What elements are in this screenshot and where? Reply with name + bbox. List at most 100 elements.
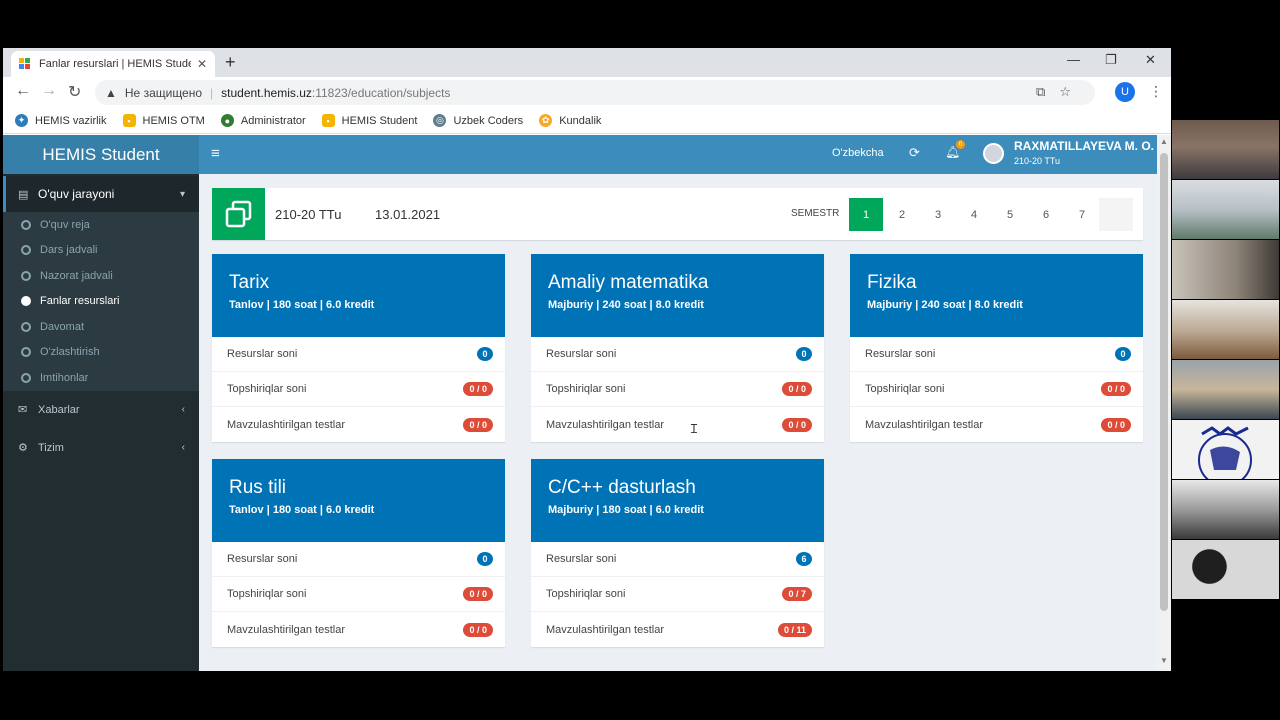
semester-tab-2[interactable]: 2 [885, 198, 919, 231]
tests-row[interactable]: Mavzulashtirilgan testlar 0 / 11 [531, 612, 824, 647]
video-tile-1[interactable] [1172, 120, 1279, 179]
bookmark-hemis-otm[interactable]: ▪ HEMIS OTM [122, 114, 205, 127]
forward-arrow-icon[interactable]: → [41, 82, 57, 100]
assignments-count-badge: 0 / 0 [463, 382, 493, 396]
scroll-up-icon[interactable]: ▲ [1160, 137, 1168, 146]
refresh-icon[interactable]: ⟳ [909, 145, 920, 161]
user-avatar[interactable] [983, 143, 1004, 164]
assignments-row[interactable]: Topshiriqlar soni 0 / 7 [531, 577, 824, 612]
sidebar-item-fanlar-resurslari[interactable]: Fanlar resurslari [3, 289, 199, 315]
video-tile-6[interactable] [1172, 420, 1279, 479]
assignments-row[interactable]: Topshiriqlar soni 0 / 0 [850, 372, 1143, 407]
subject-card-amaliy-matematika[interactable]: Amaliy matematika Majburiy | 240 soat | … [531, 254, 824, 442]
translate-icon[interactable]: ⧉ [1036, 84, 1059, 99]
subject-card-tarix[interactable]: Tarix Tanlov | 180 soat | 6.0 kredit Res… [212, 254, 505, 442]
browser-tab[interactable]: Fanlar resurslari | HEMIS Student ✕ [11, 51, 215, 77]
subject-meta: Majburiy | 180 soat | 6.0 kredit [548, 504, 704, 516]
sidebar-item-nazorat-jadvali[interactable]: Nazorat jadvali [3, 263, 199, 289]
resources-row[interactable]: Resurslar soni 0 [212, 542, 505, 577]
subject-name: C/C++ dasturlash [548, 477, 696, 498]
subject-card-header[interactable]: Rus tili Tanlov | 180 soat | 6.0 kredit [212, 459, 505, 542]
profile-avatar-button[interactable]: U [1115, 82, 1135, 102]
subject-card-header[interactable]: Tarix Tanlov | 180 soat | 6.0 kredit [212, 254, 505, 337]
maximize-button[interactable]: ❐ [1105, 52, 1117, 68]
sidebar-section-oquv-jarayoni[interactable]: ▤ O'quv jarayoni ▾ [3, 176, 199, 212]
semester-tab-spacer [1099, 198, 1133, 231]
close-tab-icon[interactable]: ✕ [197, 57, 207, 71]
book-icon: ▤ [18, 188, 29, 201]
tab-strip: Fanlar resurslari | HEMIS Student ✕ + — … [3, 48, 1171, 77]
subject-card-rus-tili[interactable]: Rus tili Tanlov | 180 soat | 6.0 kredit … [212, 459, 505, 647]
resources-count-badge: 0 [1115, 347, 1131, 361]
sidebar-item-imtihonlar[interactable]: Imtihonlar [3, 365, 199, 391]
video-tile-4[interactable] [1172, 300, 1279, 359]
url-host: student.hemis.uz [221, 85, 312, 100]
semester-tab-4[interactable]: 4 [957, 198, 991, 231]
subject-card-header[interactable]: C/C++ dasturlash Majburiy | 180 soat | 6… [531, 459, 824, 542]
semester-tab-7[interactable]: 7 [1065, 198, 1099, 231]
resources-count-badge: 0 [477, 552, 493, 566]
subject-card-header[interactable]: Fizika Majburiy | 240 soat | 8.0 kredit [850, 254, 1143, 337]
subject-card-header[interactable]: Amaliy matematika Majburiy | 240 soat | … [531, 254, 824, 337]
minimize-button[interactable]: — [1067, 52, 1080, 67]
hemis-vazirlik-icon: ✦ [15, 114, 28, 127]
bookmark-star-icon[interactable]: ☆ [1059, 84, 1085, 99]
address-bar[interactable]: ▲ Не защищено | student.hemis.uz:11823/e… [95, 80, 1095, 105]
assignments-row[interactable]: Topshiriqlar soni 0 / 0 [212, 577, 505, 612]
bookmark-kundalik[interactable]: ✿ Kundalik [539, 114, 601, 127]
brand-logo[interactable]: HEMIS Student [3, 135, 199, 174]
semester-tab-6[interactable]: 6 [1029, 198, 1063, 231]
video-tile-8[interactable] [1172, 540, 1279, 599]
semester-tab-1[interactable]: 1 [849, 198, 883, 231]
reload-icon[interactable]: ↻ [68, 82, 81, 102]
uzbek-coders-icon: ◎ [433, 114, 447, 127]
tests-row[interactable]: Mavzulashtirilgan testlar 0 / 0 [212, 407, 505, 442]
bookmark-administrator[interactable]: ● Administrator [220, 114, 306, 127]
circle-icon [21, 347, 31, 358]
subject-meta: Majburiy | 240 soat | 8.0 kredit [548, 299, 704, 311]
tests-row[interactable]: Mavzulashtirilgan testlar 0 / 0 [212, 612, 505, 647]
scrollbar-thumb[interactable] [1160, 153, 1168, 611]
assignments-row[interactable]: Topshiriqlar soni 0 / 0 [531, 372, 824, 407]
tests-row[interactable]: Mavzulashtirilgan testlar 0 / 0 [531, 407, 824, 442]
subject-card-c-cpp-dasturlash[interactable]: C/C++ dasturlash Majburiy | 180 soat | 6… [531, 459, 824, 647]
video-tile-3[interactable] [1172, 240, 1279, 299]
resources-row[interactable]: Resurslar soni 0 [212, 337, 505, 372]
assignments-row[interactable]: Topshiriqlar soni 0 / 0 [212, 372, 505, 407]
scroll-down-icon[interactable]: ▼ [1160, 656, 1168, 665]
video-tile-7[interactable] [1172, 480, 1279, 539]
new-tab-button[interactable]: + [225, 52, 236, 73]
semester-tab-5[interactable]: 5 [993, 198, 1027, 231]
bookmark-uzbek-coders[interactable]: ◎ Uzbek Coders [433, 114, 523, 127]
assignments-count-badge: 0 / 7 [782, 587, 812, 601]
bookmark-hemis-vazirlik[interactable]: ✦ HEMIS vazirlik [15, 114, 107, 127]
assignments-count-badge: 0 / 0 [463, 587, 493, 601]
resources-row[interactable]: Resurslar soni 0 [531, 337, 824, 372]
bookmark-hemis-student[interactable]: ▪ HEMIS Student [321, 114, 417, 127]
semester-tab-3[interactable]: 3 [921, 198, 955, 231]
user-name[interactable]: RAXMATILLAYEVA M. O. [1014, 139, 1154, 153]
close-window-button[interactable]: ✕ [1145, 52, 1156, 68]
sidebar-section-tizim[interactable]: ⚙ Tizim ‹ [3, 429, 199, 467]
resources-row[interactable]: Resurslar soni 6 [531, 542, 824, 577]
sidebar-item-oquv-reja[interactable]: O'quv reja [3, 212, 199, 238]
language-switcher[interactable]: O'zbekcha [832, 147, 884, 159]
tests-row[interactable]: Mavzulashtirilgan testlar 0 / 0 [850, 407, 1143, 442]
resources-row[interactable]: Resurslar soni 0 [850, 337, 1143, 372]
back-arrow-icon[interactable]: ← [15, 82, 31, 100]
circle-icon [21, 219, 31, 230]
video-tile-5[interactable] [1172, 360, 1279, 419]
sidebar-item-davomat[interactable]: Davomat [3, 314, 199, 340]
resources-count-badge: 6 [796, 552, 812, 566]
page-scrollbar[interactable]: ▲ ▼ [1157, 135, 1171, 671]
hamburger-menu-icon[interactable]: ≡ [211, 145, 220, 162]
sidebar-item-ozlashtirish[interactable]: O'zlashtirish [3, 340, 199, 366]
resources-count-badge: 0 [477, 347, 493, 361]
tests-count-badge: 0 / 0 [782, 417, 812, 432]
sidebar-item-dars-jadvali[interactable]: Dars jadvali [3, 238, 199, 264]
top-navbar: ≡ O'zbekcha ⟳ 🔔︎ 0 RAXMATILLAYEVA M. O. … [199, 135, 1157, 174]
browser-menu-icon[interactable]: ⋮ [1149, 83, 1163, 100]
video-tile-2[interactable] [1172, 180, 1279, 239]
subject-card-fizika[interactable]: Fizika Majburiy | 240 soat | 8.0 kredit … [850, 254, 1143, 442]
sidebar-section-xabarlar[interactable]: ✉ Xabarlar ‹ [3, 391, 199, 429]
